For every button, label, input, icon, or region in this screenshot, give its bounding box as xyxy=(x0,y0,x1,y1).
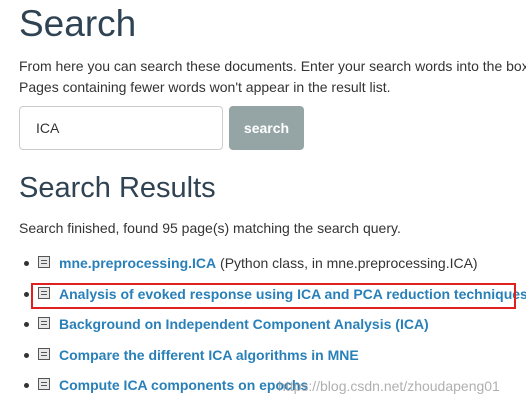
result-link-background-ica[interactable]: Background on Independent Component Anal… xyxy=(59,313,429,335)
document-icon xyxy=(38,347,50,360)
list-item: Analysis of evoked response using ICA an… xyxy=(19,283,526,314)
intro-line-1: From here you can search these documents… xyxy=(19,58,526,74)
bullet-icon xyxy=(24,322,29,327)
page-title: Search xyxy=(19,3,137,44)
document-icon xyxy=(38,286,50,299)
search-input[interactable] xyxy=(19,106,223,150)
result-link-ica-class[interactable]: mne.preprocessing.ICA (Python class, in … xyxy=(59,252,478,274)
document-icon xyxy=(38,317,50,329)
bullet-icon xyxy=(24,383,29,388)
result-description: (Python class, in mne.preprocessing.ICA) xyxy=(216,255,478,271)
result-link-compute-ica-epochs[interactable]: Compute ICA components on epochs xyxy=(59,374,308,396)
result-link-compare-ica[interactable]: Compare the different ICA algorithms in … xyxy=(59,344,359,366)
intro-line-2: Pages containing fewer words won't appea… xyxy=(19,79,391,95)
result-title[interactable]: Compute ICA components on epochs xyxy=(59,377,308,393)
bullet-icon xyxy=(24,291,29,297)
result-title[interactable]: Analysis of evoked response using ICA an… xyxy=(59,286,526,302)
result-link-evoked-ica-pca[interactable]: Analysis of evoked response using ICA an… xyxy=(59,283,526,305)
result-title[interactable]: mne.preprocessing.ICA xyxy=(59,255,216,271)
search-instructions: From here you can search these documents… xyxy=(19,56,526,98)
search-button[interactable]: search xyxy=(229,106,304,150)
bullet-icon xyxy=(24,352,29,358)
list-item: Background on Independent Component Anal… xyxy=(19,313,524,344)
result-title[interactable]: Compare the different ICA algorithms in … xyxy=(59,347,359,363)
results-status: Search finished, found 95 page(s) matchi… xyxy=(19,220,401,236)
result-title[interactable]: Background on Independent Component Anal… xyxy=(59,316,429,332)
watermark-text: https://blog.csdn.net/zhoudapeng01 xyxy=(278,378,500,394)
list-item: Compare the different ICA algorithms in … xyxy=(19,344,524,375)
list-item: mne.preprocessing.ICA (Python class, in … xyxy=(19,252,524,283)
search-page: Search From here you can search these do… xyxy=(0,0,526,406)
bullet-icon xyxy=(24,261,29,266)
document-icon xyxy=(38,378,50,390)
document-icon xyxy=(38,256,50,268)
results-heading: Search Results xyxy=(19,172,216,204)
